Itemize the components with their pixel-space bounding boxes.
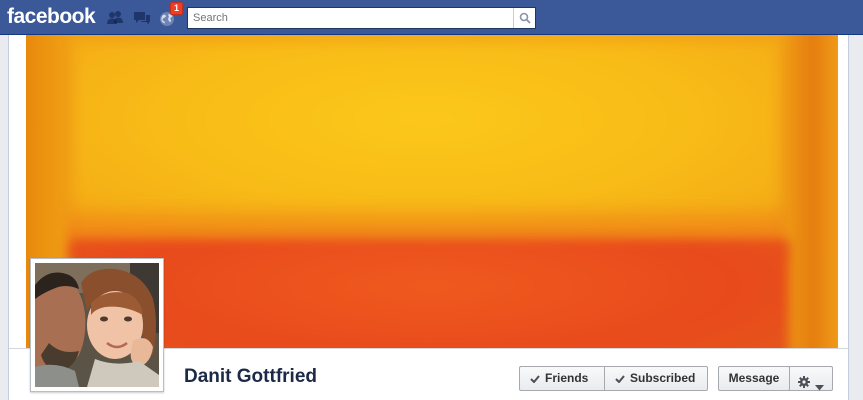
search-button[interactable] bbox=[513, 8, 535, 28]
gear-icon bbox=[798, 373, 810, 396]
facebook-logo[interactable]: facebook bbox=[7, 5, 96, 29]
subscribed-button[interactable]: Subscribed bbox=[604, 366, 708, 391]
search-input[interactable] bbox=[188, 8, 514, 28]
search-box bbox=[187, 7, 536, 29]
messages-icon[interactable] bbox=[133, 9, 151, 27]
message-button-label: Message bbox=[728, 371, 780, 385]
friends-button[interactable]: Friends bbox=[519, 366, 605, 391]
notification-count-badge: 1 bbox=[170, 2, 184, 15]
profile-picture[interactable] bbox=[30, 258, 164, 392]
profile-name[interactable]: Danit Gottfried bbox=[184, 366, 317, 388]
search-icon bbox=[519, 12, 531, 24]
message-button[interactable]: Message bbox=[718, 366, 790, 391]
friend-requests-icon[interactable] bbox=[106, 9, 124, 27]
settings-dropdown-button[interactable] bbox=[789, 366, 833, 391]
checkmark-icon bbox=[530, 375, 540, 383]
profile-photo-image bbox=[35, 263, 159, 387]
top-bar: facebook 1 bbox=[0, 0, 863, 35]
subscribed-button-label: Subscribed bbox=[630, 371, 696, 385]
checkmark-icon bbox=[615, 375, 625, 383]
cover-right-edge bbox=[778, 35, 838, 348]
cover-red-band bbox=[71, 240, 791, 348]
chevron-down-icon bbox=[815, 376, 824, 399]
friends-button-label: Friends bbox=[545, 371, 589, 385]
